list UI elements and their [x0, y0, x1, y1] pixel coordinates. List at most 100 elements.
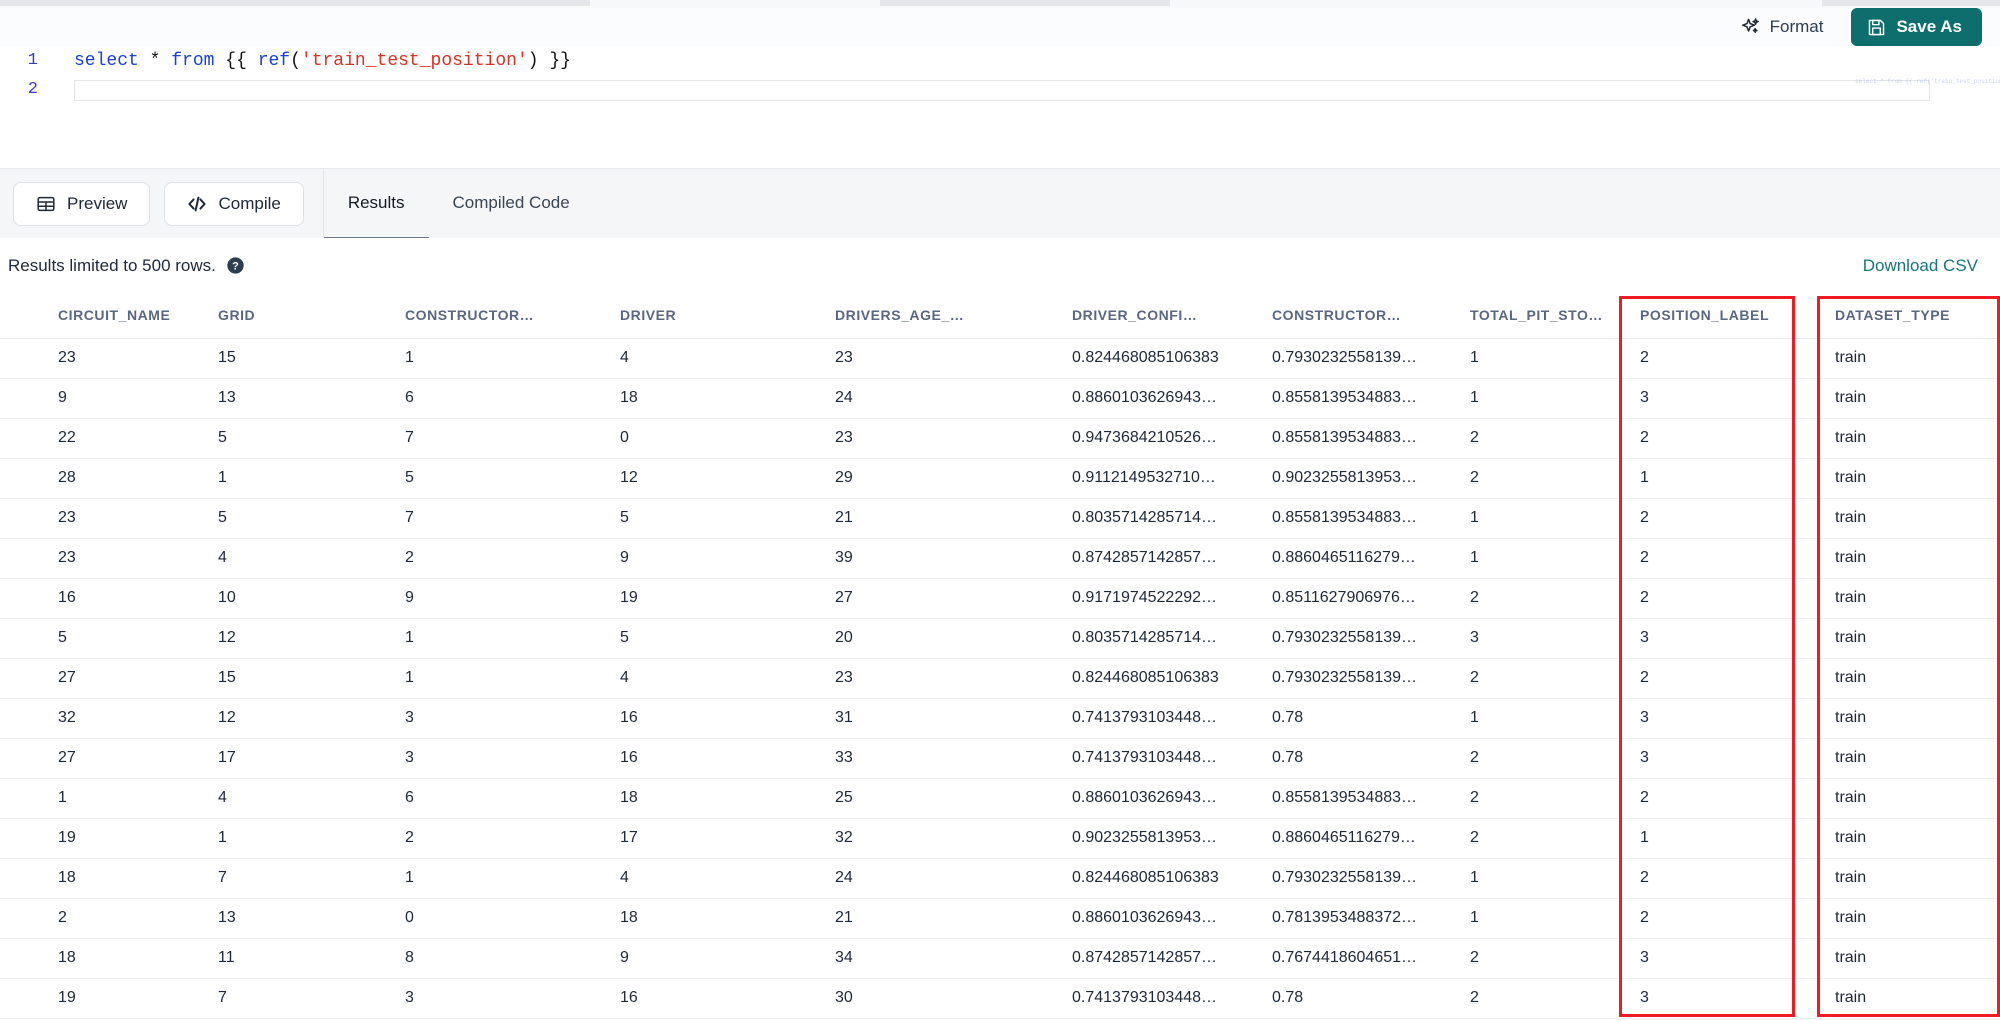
window-tab-strip — [0, 0, 2000, 8]
table-cell: 9 — [602, 538, 817, 579]
table-cell: 12 — [200, 618, 387, 659]
code-line-2-input[interactable] — [74, 80, 1930, 101]
table-cell: 19 — [0, 978, 200, 1019]
table-row[interactable]: 18 7 1 4 24 0.824468085106383 0.7930232558139…… — [0, 858, 2000, 899]
format-button[interactable]: Format — [1735, 13, 1830, 41]
sql-paren-close: ) — [527, 50, 539, 71]
table-cell: 7 — [200, 858, 387, 899]
table-cell: 0.8511627906976… — [1254, 578, 1452, 619]
table-cell: train — [1817, 658, 2000, 699]
table-cell: 3 — [1622, 978, 1817, 1019]
table-cell: 2 — [1452, 578, 1622, 619]
table-cell: 3 — [1622, 938, 1817, 979]
table-cell: 0.8742857142857… — [1054, 538, 1254, 579]
ghost-sql-preview: select * from {{ ref('train_test_positio… — [1855, 78, 2000, 85]
table-cell: 3 — [1622, 618, 1817, 659]
save-as-button-label: Save As — [1896, 17, 1962, 36]
table-row[interactable]: 32 12 3 16 31 0.7413793103448… 0.78 1 3 train — [0, 698, 2000, 739]
table-cell: 1 — [0, 778, 200, 819]
table-row[interactable]: 5 12 1 5 20 0.8035714285714… 0.7930232558139… 3… — [0, 618, 2000, 659]
table-row[interactable]: 9 13 6 18 24 0.8860103626943… 0.8558139534883…… — [0, 378, 2000, 419]
table-cell: 1 — [1452, 538, 1622, 579]
table-row[interactable]: 27 17 3 16 33 0.7413793103448… 0.78 2 3 train — [0, 738, 2000, 779]
table-row[interactable]: 1 4 6 18 25 0.8860103626943… 0.8558139534883… 2… — [0, 778, 2000, 819]
sql-space-1 — [139, 51, 150, 71]
tab-results[interactable]: Results — [323, 170, 429, 240]
table-cell: 2 — [1622, 578, 1817, 619]
table-row[interactable]: 23 5 7 5 21 0.8035714285714… 0.8558139534883… 1… — [0, 498, 2000, 539]
table-cell: 21 — [817, 898, 1054, 939]
column-header-grid[interactable]: GRID — [200, 293, 387, 339]
table-cell: train — [1817, 778, 2000, 819]
code-line-2: 2 — [0, 75, 2000, 104]
tab-compiled-code[interactable]: Compiled Code — [429, 170, 594, 240]
column-header-constructor-2[interactable]: CONSTRUCTOR… — [1254, 293, 1452, 339]
table-cell: 5 — [0, 618, 200, 659]
column-header-driver[interactable]: DRIVER — [602, 293, 817, 339]
table-cell: 16 — [602, 978, 817, 1019]
column-header-constructor-1[interactable]: CONSTRUCTOR… — [387, 293, 602, 339]
table-cell: 23 — [0, 498, 200, 539]
preview-button[interactable]: Preview — [13, 181, 151, 226]
table-row[interactable]: 23 4 2 9 39 0.8742857142857… 0.8860465116279… 1… — [0, 538, 2000, 579]
table-cell: 1 — [1452, 898, 1622, 939]
table-row[interactable]: 28 1 5 12 29 0.9112149532710… 0.9023255813953…… — [0, 458, 2000, 499]
table-cell: 24 — [817, 378, 1054, 419]
compile-button-label: Compile — [218, 193, 281, 213]
editor-action-buttons: Preview Compile — [0, 181, 304, 226]
table-cell: 1 — [1622, 818, 1817, 859]
tab-stub-left — [0, 0, 590, 6]
column-header-drivers-age[interactable]: DRIVERS_AGE_… — [817, 293, 1054, 339]
editor-toolbar-actions: Format Save As — [1735, 8, 1982, 46]
table-cell: 6 — [387, 778, 602, 819]
table-cell: 0.8035714285714… — [1054, 618, 1254, 659]
table-cell: 0.7413793103448… — [1054, 978, 1254, 1019]
table-cell: 17 — [602, 818, 817, 859]
table-cell: 17 — [200, 738, 387, 779]
table-cell: 32 — [817, 818, 1054, 859]
results-table-container[interactable]: CIRCUIT_NAME GRID CONSTRUCTOR… DRIVER DR… — [0, 293, 2000, 1020]
table-row[interactable]: 27 15 1 4 23 0.824468085106383 0.7930232558139… — [0, 658, 2000, 699]
tab-compiled-code-label: Compiled Code — [452, 193, 570, 212]
column-header-driver-confidence[interactable]: DRIVER_CONFI… — [1054, 293, 1254, 339]
table-cell: train — [1817, 818, 2000, 859]
sparkle-icon — [1741, 17, 1761, 37]
table-cell: 0.8860103626943… — [1054, 378, 1254, 419]
download-csv-link[interactable]: Download CSV — [1863, 256, 1978, 276]
table-row[interactable]: 19 1 2 17 32 0.9023255813953… 0.8860465116279…… — [0, 818, 2000, 859]
table-row[interactable]: 16 10 9 19 27 0.9171974522292… 0.8511627906976… — [0, 578, 2000, 619]
table-cell: 2 — [1452, 978, 1622, 1019]
table-cell: 2 — [1622, 418, 1817, 459]
line-number-1: 1 — [27, 51, 38, 70]
save-as-button[interactable]: Save As — [1851, 8, 1982, 46]
table-cell: 3 — [387, 738, 602, 779]
column-header-total-pit-stops[interactable]: TOTAL_PIT_STO… — [1452, 293, 1622, 339]
table-cell: 2 — [1622, 338, 1817, 379]
column-header-dataset-type[interactable]: DATASET_TYPE — [1817, 293, 2000, 339]
tab-stub-right — [1822, 0, 2000, 6]
code-line-1: 1 select * from {{ ref) ('train_test_posi… — [0, 46, 2000, 75]
table-row[interactable]: 22 5 7 0 23 0.9473684210526… 0.8558139534883… 2… — [0, 418, 2000, 459]
results-tab-list: Results Compiled Code — [323, 169, 594, 240]
table-cell: 15 — [200, 338, 387, 379]
table-cell: 9 — [0, 378, 200, 419]
table-row[interactable]: 19 7 3 16 30 0.7413793103448… 0.78 2 3 train — [0, 978, 2000, 1019]
column-header-position-label[interactable]: POSITION_LABEL — [1622, 293, 1817, 339]
table-cell: train — [1817, 978, 2000, 1019]
sql-statement[interactable]: select * from {{ ref) ('train_test_positi… — [48, 51, 571, 71]
table-cell: 1 — [1452, 378, 1622, 419]
column-header-circuit-name[interactable]: CIRCUIT_NAME — [0, 293, 200, 339]
table-cell: 0.8742857142857… — [1054, 938, 1254, 979]
compile-button[interactable]: Compile — [164, 181, 304, 226]
table-row[interactable]: 2 13 0 18 21 0.8860103626943… 0.7813953488372…… — [0, 898, 2000, 939]
table-cell: 2 — [1452, 818, 1622, 859]
sql-code-editor[interactable]: 1 select * from {{ ref) ('train_test_posi… — [0, 46, 2000, 168]
table-cell: 10 — [200, 578, 387, 619]
table-cell: 18 — [0, 938, 200, 979]
help-circle-icon[interactable]: ? — [226, 256, 245, 275]
table-row[interactable]: 18 11 8 9 34 0.8742857142857… 0.7674418604651…… — [0, 938, 2000, 979]
table-cell: 5 — [200, 498, 387, 539]
table-cell: 4 — [602, 658, 817, 699]
table-row[interactable]: 23 15 1 4 23 0.824468085106383 0.7930232558139… — [0, 338, 2000, 379]
table-cell: 19 — [602, 578, 817, 619]
